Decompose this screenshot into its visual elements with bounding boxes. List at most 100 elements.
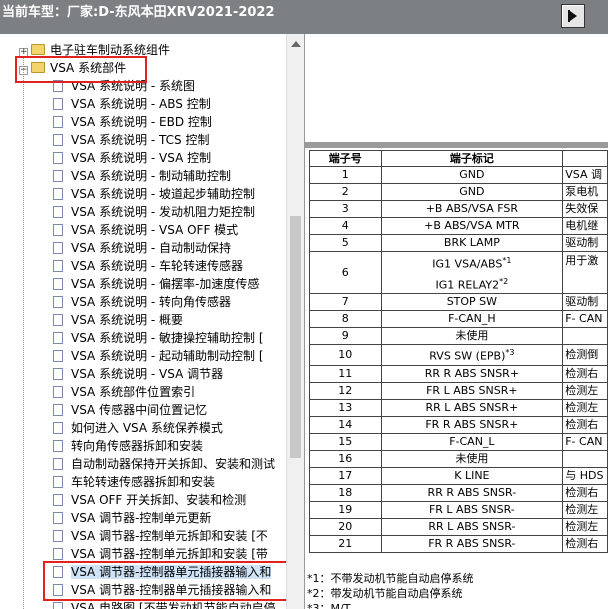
tree-item-label: VSA 系统说明 - 车轮转速传感器 <box>71 259 244 273</box>
tree-doc-item[interactable]: VSA OFF 开关拆卸、安装和检测 <box>53 491 246 509</box>
terminal-mark-cell: 未使用 <box>380 449 564 468</box>
terminal-mark-cell: STOP SW <box>380 293 564 312</box>
title-bar: 当前车型：厂家:D-东风本田XRV2021-2022 <box>0 0 608 34</box>
tree-doc-item[interactable]: VSA 调节器-控制单元更新 <box>53 509 211 527</box>
document-icon <box>53 440 63 452</box>
tree-doc-item[interactable]: VSA 系统说明 - 敏捷操控辅助控制 [ <box>53 329 264 347</box>
tree-doc-item[interactable]: VSA 系统说明 - 偏摆率-加速度传感 <box>53 275 259 293</box>
terminal-mark-text: RR R ABS SNSR+ <box>424 366 520 380</box>
tree-doc-item[interactable]: VSA 系统说明 - VSA 调节器 <box>53 365 223 383</box>
terminal-mark-text: FR R ABS SNSR- <box>428 536 516 550</box>
tree-doc-item[interactable]: VSA 系统说明 - 坡道起步辅助控制 <box>53 185 255 203</box>
terminal-no-cell: 18 <box>309 483 382 502</box>
terminal-no-cell: 10 <box>309 344 382 366</box>
terminal-mark-text: +B ABS/VSA FSR <box>425 202 519 215</box>
tree-doc-item[interactable]: VSA 系统说明 - ABS 控制 <box>53 95 211 113</box>
tree-item-label: VSA 系统说明 - 坡道起步辅助控制 <box>71 187 256 201</box>
tree-doc-item[interactable]: VSA 系统说明 - 车轮转速传感器 <box>53 257 243 275</box>
tree-doc-item[interactable]: 如何进入 VSA 系统保养模式 <box>53 419 223 437</box>
table-row: 5 BRK LAMP 驱动制 <box>309 234 608 252</box>
tree-item-label: VSA 系统说明 - TCS 控制 <box>71 133 210 147</box>
current-model-title: 当前车型：厂家:D-东风本田XRV2021-2022 <box>2 5 275 20</box>
header-description <box>562 150 608 167</box>
tree-scrollbar[interactable] <box>286 34 304 609</box>
tree-doc-item[interactable]: VSA 系统说明 - TCS 控制 <box>53 131 209 149</box>
tree-doc-item[interactable]: VSA 系统说明 - EBD 控制 <box>53 113 212 131</box>
document-icon <box>53 422 63 434</box>
tree-item-label: 转向角传感器拆卸和安装 <box>71 439 204 453</box>
description-cell: F- CAN <box>562 432 608 451</box>
document-icon <box>53 170 63 182</box>
description-cell: F- CAN <box>562 310 608 329</box>
terminal-no-cell: 5 <box>309 234 382 252</box>
terminal-mark-cell: FR R ABS SNSR+ <box>380 415 564 434</box>
tree-doc-item[interactable]: 转向角传感器拆卸和安装 <box>53 437 203 455</box>
tree-doc-item[interactable]: VSA 系统说明 - 发动机阻力矩控制 <box>53 203 255 221</box>
tree-doc-item[interactable]: VSA 系统说明 - VSA OFF 模式 <box>53 221 238 239</box>
tree-item-label: VSA 系统说明 - 自动制动保持 <box>71 241 232 255</box>
table-row: 3 +B ABS/VSA FSR 失效保 <box>309 200 608 218</box>
tree-doc-item[interactable]: VSA 系统说明 - 起动辅助制动控制 [ <box>53 347 264 365</box>
tree-item-label: VSA 系统说明 - 概要 <box>71 313 184 327</box>
tree-doc-item[interactable]: VSA 系统说明 - 概要 <box>53 311 183 329</box>
terminal-no-cell: 2 <box>309 183 382 201</box>
terminal-mark-text: +B ABS/VSA MTR <box>424 219 520 232</box>
terminal-mark-cell: RR L ABS SNSR- <box>380 517 564 536</box>
tree-doc-item[interactable]: VSA 系统说明 - 自动制动保持 <box>53 239 231 257</box>
content-panel: 端子号 端子标记 1 GND VSA 调 2 GND 泵电机 3 +B ABS/VSA FSR… <box>304 34 608 609</box>
tree-panel: + 电子驻车制动系统组件 − VSA 系统部件 VSA 系统说明 - 系统图 VSA 系统… <box>0 34 286 609</box>
description-cell: 检测左 <box>562 517 608 536</box>
tree-item-label: VSA 系统说明 - 制动辅助控制 <box>71 169 232 183</box>
description-cell: 检测右 <box>562 415 608 434</box>
table-row: 12 FR L ABS SNSR+ 检测左 <box>309 381 608 400</box>
table-row: 11 RR R ABS SNSR+ 检测右 <box>309 364 608 383</box>
terminal-no-cell: 11 <box>309 364 382 383</box>
scrollbar-thumb[interactable] <box>290 216 301 458</box>
terminal-no-cell: 3 <box>309 200 382 218</box>
document-icon <box>53 602 63 609</box>
scroll-up-icon[interactable] <box>291 41 301 47</box>
tree-item-label: VSA 系统说明 - VSA 控制 <box>71 151 212 165</box>
tree-doc-item[interactable]: VSA 系统说明 - 制动辅助控制 <box>53 167 231 185</box>
description-cell: 检测右 <box>562 364 608 383</box>
terminal-mark-cell: FR R ABS SNSR- <box>380 534 564 553</box>
document-icon <box>53 530 63 542</box>
tree-item-label: VSA 系统说明 - 起动辅助制动控制 [ <box>71 349 264 363</box>
description-cell: 检测倒 <box>562 344 608 366</box>
tree-item-label: VSA 调节器-控制单元拆卸和安装 [不 <box>71 529 268 543</box>
play-button[interactable] <box>561 4 585 28</box>
terminal-mark-cell: FR L ABS SNSR- <box>380 500 564 519</box>
description-cell: VSA 调 <box>562 166 608 184</box>
tree-guide-line <box>23 56 24 609</box>
document-icon <box>53 134 63 146</box>
footnote-ref: *3 <box>505 348 515 358</box>
terminal-mark-text: GND <box>459 168 485 181</box>
tree-doc-item[interactable]: VSA 传感器中间位置记忆 <box>53 401 207 419</box>
tree-doc-item[interactable]: VSA 系统说明 - VSA 控制 <box>53 149 211 167</box>
tree-doc-item[interactable]: VSA 系统说明 - 转向角传感器 <box>53 293 231 311</box>
tree-doc-item[interactable]: VSA 调节器-控制单元拆卸和安装 [不 <box>53 527 268 545</box>
terminal-mark-cell: RR R ABS SNSR+ <box>380 364 564 383</box>
terminal-no-cell: 14 <box>309 415 382 434</box>
terminal-no-cell: 15 <box>309 432 382 451</box>
terminal-mark-cell: K LINE <box>380 466 564 485</box>
table-row: 16 未使用 <box>309 449 608 468</box>
tree-item-label: VSA OFF 开关拆卸、安装和检测 <box>71 493 247 507</box>
document-icon <box>53 98 63 110</box>
tree-doc-item[interactable]: 自动制动器保持开关拆卸、安装和测试 <box>53 455 275 473</box>
tree-doc-item[interactable]: 车轮转速传感器拆卸和安装 <box>53 473 215 491</box>
folder-icon <box>31 44 45 55</box>
terminal-mark-text: IG1 VSA/ABS <box>432 257 503 271</box>
terminal-no-cell: 4 <box>309 217 382 235</box>
table-row: 6 IG1 VSA/ABS*1 IG1 RELAY2*2 用于激 <box>309 250 608 295</box>
description-cell: 驱动制 <box>562 293 608 312</box>
terminal-mark-text: STOP SW <box>446 295 498 309</box>
terminal-table: 端子号 端子标记 1 GND VSA 调 2 GND 泵电机 3 +B ABS/VSA FSR… <box>309 150 608 553</box>
description-cell: 检测右 <box>562 483 608 502</box>
tree-item-label: 电子驻车制动系统组件 <box>50 43 171 57</box>
table-row: 15 F-CAN_L F- CAN <box>309 432 608 451</box>
table-row: 19 FR L ABS SNSR- 检测左 <box>309 500 608 519</box>
tree-doc-item[interactable]: VSA 系统部件位置索引 <box>53 383 195 401</box>
document-icon <box>53 368 63 380</box>
tree-item-label: VSA 系统说明 - 转向角传感器 <box>71 295 232 309</box>
